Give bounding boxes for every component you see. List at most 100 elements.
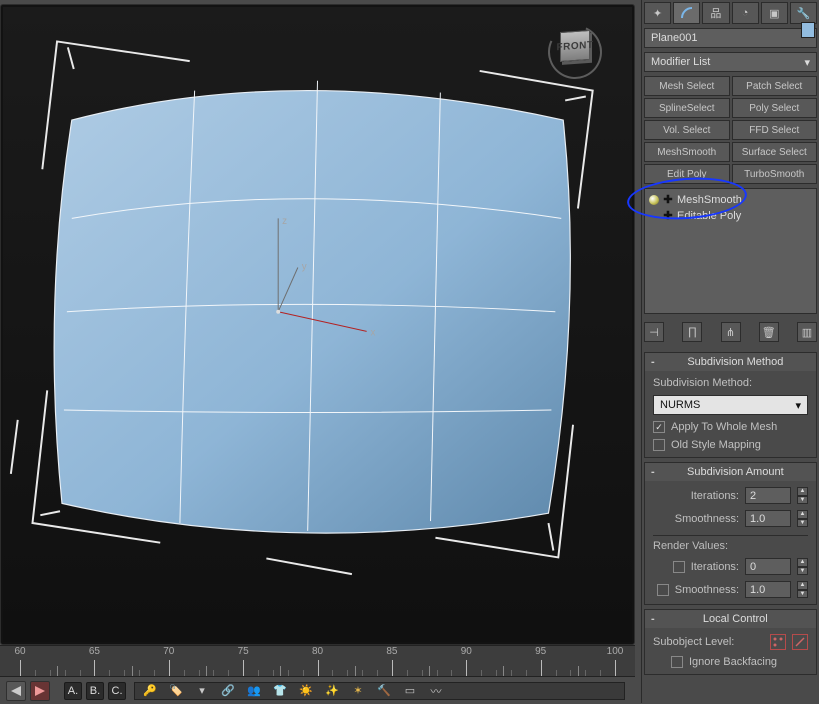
viewport[interactable]: x y z FRONT — [0, 4, 635, 645]
viewcube-face: FRONT — [560, 30, 590, 62]
timeline-tick-label: 75 — [238, 646, 249, 657]
show-end-result-button[interactable]: ∏ — [682, 322, 702, 342]
render-iterations-spinner[interactable]: ▲▼ — [797, 558, 808, 575]
shirt-icon[interactable]: 👕 — [271, 682, 289, 700]
iterations-input[interactable] — [745, 487, 791, 504]
rollout-header[interactable]: - Local Control — [645, 610, 816, 628]
modifier-stack[interactable]: ✚ MeshSmooth ✚ Editable Poly — [644, 188, 817, 314]
timeline-tick-label: 85 — [386, 646, 397, 657]
tab-utilities[interactable]: 🔧 — [790, 2, 817, 24]
expand-icon[interactable]: ✚ — [663, 195, 673, 206]
smoothness-spinner[interactable]: ▲▼ — [797, 510, 808, 527]
rollout-local-control: - Local Control Subobject Level: — [644, 609, 817, 675]
tag-icon[interactable]: 🏷️ — [167, 682, 185, 700]
key-field-b[interactable] — [86, 682, 104, 700]
wave-icon[interactable]: 〰 — [427, 682, 445, 700]
pin-stack-button[interactable]: ⊣ — [644, 322, 664, 342]
timeline-tick-label: 95 — [535, 646, 546, 657]
smoothness-label: Smoothness: — [675, 513, 739, 525]
object-name-field[interactable] — [644, 28, 817, 48]
spark-icon[interactable]: ✨ — [323, 682, 341, 700]
arc-icon — [680, 6, 694, 20]
remove-modifier-button[interactable]: 🗑 — [759, 322, 779, 342]
svg-text:x: x — [371, 327, 376, 338]
key-field-c[interactable] — [108, 682, 126, 700]
old-style-mapping-checkbox[interactable] — [653, 439, 665, 451]
modifier-preset-button[interactable]: Poly Select — [732, 98, 818, 118]
modifier-preset-button[interactable]: Patch Select — [732, 76, 818, 96]
stack-item-meshsmooth[interactable]: ✚ MeshSmooth — [649, 192, 812, 208]
rollout-title: Subdivision Method — [661, 356, 810, 368]
tab-display[interactable]: ▣ — [761, 2, 788, 24]
modifier-presets: Mesh SelectPatch SelectSplineSelectPoly … — [644, 76, 817, 184]
collapse-icon: - — [651, 466, 655, 478]
apply-whole-mesh-checkbox[interactable] — [653, 421, 665, 433]
ignore-backfacing-label: Ignore Backfacing — [689, 656, 777, 668]
modifier-preset-button[interactable]: TurboSmooth — [732, 164, 818, 184]
iterations-spinner[interactable]: ▲▼ — [797, 487, 808, 504]
command-panel: ✦ 品 ◔ ▣ 🔧 Modifier List ▾ Mesh SelectPat… — [641, 0, 819, 703]
render-smoothness-input[interactable] — [745, 581, 791, 598]
render-iterations-label: Iterations: — [691, 561, 739, 573]
filter-icon[interactable]: ▾ — [193, 682, 211, 700]
subdiv-method-label: Subdivision Method: — [653, 377, 808, 389]
render-iterations-checkbox[interactable] — [673, 561, 685, 573]
rollout-header[interactable]: - Subdivision Amount — [645, 463, 816, 481]
timeline-tick-label: 70 — [163, 646, 174, 657]
key-icon[interactable]: 🔑 — [141, 682, 159, 700]
timeline[interactable]: 6065707580859095100 🔑 🏷️ ▾ 🔗 👥 — [0, 645, 635, 703]
hammer-icon[interactable]: 🔨 — [375, 682, 393, 700]
render-smoothness-spinner[interactable]: ▲▼ — [797, 581, 808, 598]
chevron-down-icon: ▾ — [804, 56, 810, 69]
sun-icon[interactable]: ☀️ — [297, 682, 315, 700]
rollout-header[interactable]: - Subdivision Method — [645, 353, 816, 371]
tab-motion[interactable]: ◔ — [732, 2, 759, 24]
subdiv-method-dropdown[interactable]: NURMS ▾ — [653, 395, 808, 415]
viewcube[interactable]: FRONT — [548, 25, 602, 79]
bulb-icon[interactable] — [649, 195, 659, 205]
subobject-edge-button[interactable] — [792, 634, 808, 650]
modifier-preset-button[interactable]: MeshSmooth — [644, 142, 730, 162]
stack-item-label: Editable Poly — [677, 210, 741, 222]
modifier-preset-button[interactable]: Vol. Select — [644, 120, 730, 140]
stack-item-label: MeshSmooth — [677, 194, 742, 206]
key-field-a[interactable] — [64, 682, 82, 700]
mesh-canvas[interactable]: x y z — [3, 7, 632, 642]
render-smoothness-checkbox[interactable] — [657, 584, 669, 596]
modifier-list-dropdown[interactable]: Modifier List ▾ — [644, 52, 817, 72]
configure-sets-button[interactable]: ▥ — [797, 322, 817, 342]
stack-toolbar: ⊣ ∏ ⋔ 🗑 ▥ — [644, 322, 817, 342]
subobject-vertex-button[interactable] — [770, 634, 786, 650]
rollout-title: Subdivision Amount — [661, 466, 810, 478]
tab-create[interactable]: ✦ — [644, 2, 671, 24]
tab-modify[interactable] — [673, 2, 700, 24]
modifier-preset-button[interactable]: FFD Select — [732, 120, 818, 140]
timeline-tick-label: 60 — [14, 646, 25, 657]
render-iterations-input[interactable] — [745, 558, 791, 575]
dropdown-value: NURMS — [660, 399, 700, 411]
wand-icon[interactable]: ✶ — [349, 682, 367, 700]
playback-prev-button[interactable] — [6, 681, 26, 701]
modifier-preset-button[interactable]: Surface Select — [732, 142, 818, 162]
expand-icon[interactable]: ✚ — [663, 211, 673, 222]
render-smoothness-label: Smoothness: — [675, 584, 739, 596]
ignore-backfacing-checkbox[interactable] — [671, 656, 683, 668]
bottom-toolbar: 🔑 🏷️ ▾ 🔗 👥 👕 ☀️ ✨ ✶ 🔨 ▭ 〰 — [0, 676, 635, 704]
make-unique-button[interactable]: ⋔ — [721, 322, 741, 342]
collapse-icon: - — [651, 356, 655, 368]
modifier-preset-button[interactable]: SplineSelect — [644, 98, 730, 118]
playback-play-button[interactable] — [30, 681, 50, 701]
tab-hierarchy[interactable]: 品 — [702, 2, 729, 24]
svg-text:y: y — [302, 261, 307, 272]
people-icon[interactable]: 👥 — [245, 682, 263, 700]
smoothness-input[interactable] — [745, 510, 791, 527]
box-icon[interactable]: ▭ — [401, 682, 419, 700]
timeline-tick-label: 65 — [89, 646, 100, 657]
modifier-preset-button[interactable]: Mesh Select — [644, 76, 730, 96]
modifier-preset-button[interactable]: Edit Poly — [644, 164, 730, 184]
object-color-swatch[interactable] — [801, 22, 815, 38]
link-icon[interactable]: 🔗 — [219, 682, 237, 700]
chevron-down-icon: ▾ — [795, 399, 801, 412]
stack-item-editable-poly[interactable]: ✚ Editable Poly — [649, 208, 812, 224]
rollout-subdivision-method: - Subdivision Method Subdivision Method:… — [644, 352, 817, 458]
